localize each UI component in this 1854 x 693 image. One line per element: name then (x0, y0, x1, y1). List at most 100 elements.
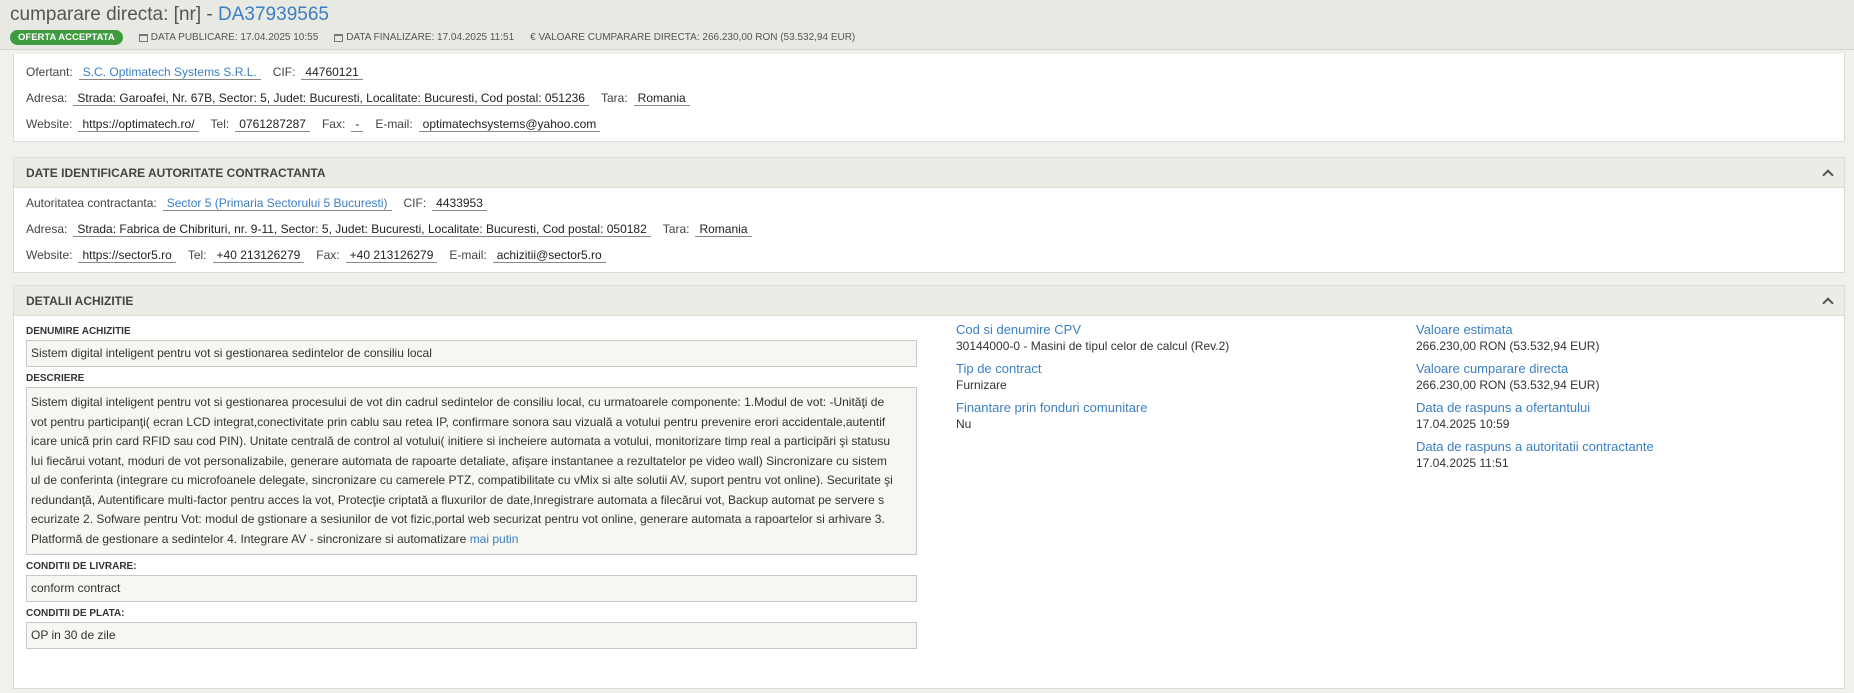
ofertant-label: Ofertant: (26, 65, 73, 79)
website-value: https://optimatech.ro/ (78, 117, 199, 132)
authority-panel-header[interactable]: DATE IDENTIFICARE AUTORITATE CONTRACTANT… (14, 158, 1844, 188)
estimated-value-label: Valoare estimata (1416, 322, 1513, 337)
estimated-value-value: 266.230,00 RON (53.532,94 EUR) (1416, 339, 1600, 353)
authority-name-label: Autoritatea contractanta: (26, 196, 157, 210)
bidder-panel: Ofertant: S.C. Optimatech Systems S.R.L.… (13, 54, 1845, 142)
estimated-value-block: Valoare estimata 266.230,00 RON (53.532,… (1416, 322, 1836, 354)
description-line-text: Platformă de gestionare a sedintelor 4. … (31, 531, 467, 546)
tel-label: Tel: (210, 117, 230, 131)
meta-line: OFERTA ACCEPTATA DATA PUBLICARE: 17.04.2… (10, 30, 1844, 45)
direct-purchase-value: € VALOARE CUMPARARE DIRECTA: 266.230,00 … (530, 32, 856, 43)
authority-panel: DATE IDENTIFICARE AUTORITATE CONTRACTANT… (13, 157, 1845, 273)
bidder-reply-block: Data de raspuns a ofertantului 17.04.202… (1416, 400, 1836, 432)
authority-row-3: Website: https://sector5.ro Tel: +40 213… (14, 242, 1844, 268)
website-label: Website: (26, 248, 73, 262)
authority-panel-title: DATE IDENTIFICARE AUTORITATE CONTRACTANT… (26, 165, 326, 180)
cpv-value: 30144000-0 - Masini de tipul celor de ca… (956, 339, 1230, 353)
country-value: Romania (633, 91, 690, 106)
fax-value: +40 213126279 (345, 248, 438, 263)
direct-value-block: Valoare cumparare directa 266.230,00 RON… (1416, 361, 1836, 393)
details-panel-title: DETALII ACHIZITIE (26, 293, 134, 308)
direct-value-value: 266.230,00 RON (53.532,94 EUR) (1416, 378, 1600, 392)
ofertant-link[interactable]: S.C. Optimatech Systems S.R.L. (78, 65, 261, 80)
eu-funds-block: Finantare prin fonduri comunitare Nu (956, 400, 1376, 432)
bidder-row-2: Adresa: Strada: Garoafei, Nr. 67B, Secto… (14, 85, 1844, 111)
page-header: cumparare directa: [nr] - DA37939565 OFE… (0, 0, 1854, 50)
description-line: redundanţă, Autentificare multi-factor p… (31, 492, 885, 507)
publish-date-text: DATA PUBLICARE: 17.04.2025 10:55 (150, 32, 319, 43)
description-line: lui fiecărui votant, moduri de vot perso… (31, 453, 887, 468)
eu-funds-label: Finantare prin fonduri comunitare (956, 400, 1148, 415)
bidder-reply-label: Data de raspuns a ofertantului (1416, 400, 1591, 415)
direct-value-label: Valoare cumparare directa (1416, 361, 1569, 376)
details-panel: DETALII ACHIZITIE DENUMIRE ACHIZITIE Sis… (13, 285, 1845, 689)
cif-label: CIF: (272, 65, 296, 79)
address-label: Adresa: (26, 91, 68, 105)
finalize-date-text: DATA FINALIZARE: 17.04.2025 11:51 (346, 32, 515, 43)
payment-label: CONDITII DE PLATA: (26, 608, 125, 619)
email-value: optimatechsystems@yahoo.com (418, 117, 601, 132)
publish-date: DATA PUBLICARE: 17.04.2025 10:55 (138, 32, 319, 43)
fax-value: - (351, 117, 364, 132)
website-value: https://sector5.ro (78, 248, 176, 263)
cif-value: 44760121 (301, 65, 363, 80)
contract-type-label: Tip de contract (956, 361, 1042, 376)
bidder-row-1: Ofertant: S.C. Optimatech Systems S.R.L.… (14, 59, 1844, 85)
status-badge: OFERTA ACCEPTATA (10, 30, 123, 45)
finalize-date: DATA FINALIZARE: 17.04.2025 11:51 (334, 32, 514, 43)
cif-value: 4433953 (432, 196, 487, 211)
contract-type-block: Tip de contract Furnizare (956, 361, 1376, 393)
description-line-last: Platformă de gestionare a sedintelor 4. … (31, 530, 912, 550)
country-label: Tara: (600, 91, 628, 105)
authority-link[interactable]: Sector 5 (Primaria Sectorului 5 Bucurest… (162, 196, 392, 211)
eu-funds-value: Nu (956, 417, 972, 431)
country-label: Tara: (662, 222, 690, 236)
authority-reply-block: Data de raspuns a autoritatii contractan… (1416, 439, 1836, 471)
bidder-reply-value: 17.04.2025 10:59 (1416, 417, 1510, 431)
show-less-link[interactable]: mai putin (470, 532, 519, 546)
description-field: Sistem digital inteligent pentru vot si … (26, 387, 917, 555)
email-value: achizitii@sector5.ro (492, 248, 606, 263)
cif-label: CIF: (403, 196, 427, 210)
details-right-column: Valoare estimata 266.230,00 RON (53.532,… (1416, 322, 1836, 478)
contract-type-value: Furnizare (956, 378, 1007, 392)
cpv-block: Cod si denumire CPV 30144000-0 - Masini … (956, 322, 1376, 354)
authority-row-2: Adresa: Strada: Fabrica de Chibrituri, n… (14, 216, 1844, 242)
description-label: DESCRIERE (26, 373, 85, 384)
calendar-icon (334, 33, 344, 42)
email-label: E-mail: (375, 117, 413, 131)
tel-value: +40 213126279 (212, 248, 305, 263)
details-grid: DENUMIRE ACHIZITIE Sistem digital inteli… (14, 316, 1844, 655)
email-label: E-mail: (449, 248, 487, 262)
chevron-up-icon[interactable] (1822, 168, 1834, 181)
description-line: Sistem digital inteligent pentru vot si … (31, 395, 885, 409)
description-line: ecurizate 2. Sofware pentru Vot: modul d… (31, 512, 885, 526)
description-line: ul de conferinta (integrare cu microfoan… (31, 473, 893, 487)
authority-row-1: Autoritatea contractanta: Sector 5 (Prim… (14, 190, 1844, 216)
calendar-icon (138, 33, 148, 42)
page-title: cumparare directa: [nr] - DA37939565 (10, 4, 1844, 26)
website-label: Website: (26, 117, 73, 131)
procedure-number-link[interactable]: DA37939565 (218, 4, 329, 25)
fax-label: Fax: (316, 248, 340, 262)
tel-value: 0761287287 (235, 117, 310, 132)
details-left-column: DENUMIRE ACHIZITIE Sistem digital inteli… (26, 324, 917, 655)
title-prefix: cumparare directa: [nr] - (10, 4, 213, 25)
address-value: Strada: Fabrica de Chibrituri, nr. 9-11,… (73, 222, 651, 237)
fax-label: Fax: (321, 117, 346, 131)
tel-label: Tel: (187, 248, 207, 262)
chevron-up-icon[interactable] (1822, 296, 1834, 309)
address-label: Adresa: (26, 222, 68, 236)
description-line: vot pentru participanţi( ecran LCD integ… (31, 414, 886, 429)
delivery-label: CONDITII DE LIVRARE: (26, 561, 137, 572)
address-value: Strada: Garoafei, Nr. 67B, Sector: 5, Ju… (73, 91, 589, 106)
country-value: Romania (695, 222, 752, 237)
bidder-row-3: Website: https://optimatech.ro/ Tel: 076… (14, 111, 1844, 137)
acquisition-name-label: DENUMIRE ACHIZITIE (26, 326, 131, 337)
details-middle-column: Cod si denumire CPV 30144000-0 - Masini … (956, 322, 1376, 439)
details-panel-header[interactable]: DETALII ACHIZITIE (14, 286, 1844, 316)
payment-field: OP in 30 de zile (26, 622, 917, 649)
authority-reply-label: Data de raspuns a autoritatii contractan… (1416, 439, 1654, 454)
cpv-label: Cod si denumire CPV (956, 322, 1081, 337)
authority-reply-value: 17.04.2025 11:51 (1416, 456, 1509, 470)
